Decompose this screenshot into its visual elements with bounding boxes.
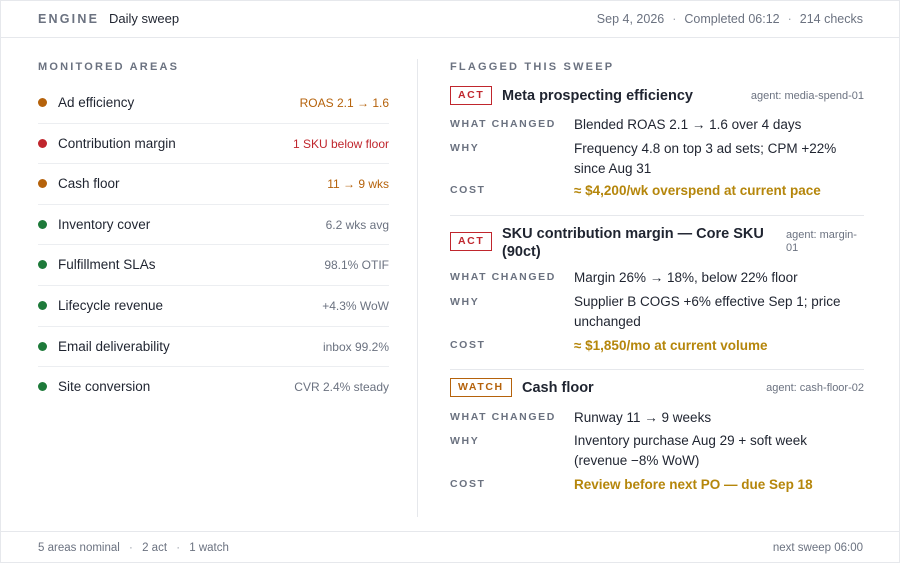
sweep-checks: 214 checks [799,12,863,26]
area-status: 11 → 9 wks [327,177,389,192]
area-name: Inventory cover [58,216,151,232]
status-dot [38,179,47,189]
list-item[interactable]: Site conversion CVR 2.4% steady [38,367,389,408]
area-status: CVR 2.4% steady [294,380,389,395]
header-bar: ENGINE Daily sweep Sep 4, 2026 · Complet… [1,1,899,38]
app-frame: ENGINE Daily sweep Sep 4, 2026 · Complet… [0,0,900,563]
meta-separator: · [787,12,792,26]
area-status: 1 SKU below floor [292,136,389,151]
sweep-date: Sep 4, 2026 [596,12,665,26]
why-value: Supplier B COGS +6% effective Sep 1; pri… [574,294,841,329]
area-name: Contribution margin [58,135,176,151]
why-label: WHY [450,142,480,154]
agent-label: agent: media-spend-01 [750,90,864,102]
meta-separator: · [672,12,677,26]
cost-value: ≈ $1,850/mo at current volume [574,338,768,353]
area-status: +4.3% WoW [322,298,389,313]
cost-value: ≈ $4,200/wk overspend at current pace [574,183,821,198]
status-dot [38,382,47,392]
area-name: Email deliverability [58,338,170,354]
watch-count: 1 watch [189,542,229,554]
what-changed-label: WHAT CHANGED [450,118,556,130]
cost-label: COST [450,184,486,196]
cost-label: COST [450,339,486,351]
status-dot [38,300,47,310]
list-item[interactable]: Inventory cover 6.2 wks avg [38,205,389,246]
area-status: ROAS 2.1 → 1.6 [299,96,389,110]
flag-title: SKU contribution margin — Core SKU (90ct… [502,226,764,260]
area-name: Lifecycle revenue [58,297,164,313]
flag-card[interactable]: ACT Meta prospecting efficiency agent: m… [450,85,864,216]
agent-label: agent: cash-floor-02 [766,382,864,394]
sweep-summary: 5 areas nominal · 2 act · 1 watch [38,542,229,554]
what-changed-value: Runway 11 → 9 weeks [574,410,712,425]
area-status: 98.1% OTIF [324,258,389,273]
why-label: WHY [450,296,480,308]
area-status: inbox 99.2% [322,339,389,354]
list-item[interactable]: Cash floor 11 → 9 wks [38,164,389,205]
next-sweep: next sweep 06:00 [772,542,863,554]
page-title: Daily sweep [109,11,180,26]
summary-separator: · [129,542,133,554]
area-name: Ad efficiency [58,95,135,110]
act-count: 2 act [142,542,168,554]
what-changed-value: Margin 26% → 18%, below 22% floor [574,270,798,285]
flag-card[interactable]: WATCH Cash floor agent: cash-floor-02 WH… [450,377,864,507]
summary-separator: · [176,542,181,554]
list-item[interactable]: Ad efficiency ROAS 2.1 → 1.6 [38,83,389,124]
nominal-count: 5 areas nominal [38,542,120,554]
brand-label: ENGINE [38,12,100,26]
list-item[interactable]: Fulfillment SLAs 98.1% OTIF [38,245,389,286]
why-value: Frequency 4.8 on top 3 ad sets; CPM +22%… [574,141,837,176]
agent-label: agent: margin-01 [786,229,857,254]
area-name: Fulfillment SLAs [58,257,156,273]
area-status: 6.2 wks avg [325,217,389,232]
monitored-areas-list: Ad efficiency ROAS 2.1 → 1.6 Contributio… [38,83,389,408]
list-item[interactable]: Contribution margin 1 SKU below floor [38,124,389,165]
status-dot [38,219,47,229]
list-item[interactable]: Email deliverability inbox 99.2% [38,327,389,368]
column-divider [417,59,418,517]
what-changed-value: Blended ROAS 2.1 → 1.6 over 4 days [574,117,802,132]
act-badge: ACT [450,86,493,105]
status-dot [38,138,47,148]
footer-bar: 5 areas nominal · 2 act · 1 watch next s… [1,531,899,563]
cost-value: Review before next PO — due Sep 18 [574,477,813,492]
monitored-areas-heading: MONITORED AREAS [38,61,180,73]
sweep-meta: Sep 4, 2026 · Completed 06:12 · 214 chec… [597,12,863,26]
status-dot [38,98,47,107]
cost-label: COST [450,478,486,490]
area-name: Cash floor [58,176,120,192]
status-dot [38,260,47,270]
flag-card[interactable]: ACT SKU contribution margin — Core SKU (… [450,223,864,370]
status-dot [38,341,47,351]
why-value: Inventory purchase Aug 29 + soft week (r… [574,433,808,468]
act-badge: ACT [450,232,493,251]
flagged-heading: FLAGGED THIS SWEEP [450,61,615,73]
what-changed-label: WHAT CHANGED [450,271,556,283]
watch-badge: WATCH [450,378,512,397]
flag-title: Cash floor [522,380,594,396]
flag-title: Meta prospecting efficiency [502,88,693,104]
why-label: WHY [450,435,480,447]
list-item[interactable]: Lifecycle revenue +4.3% WoW [38,286,389,327]
what-changed-label: WHAT CHANGED [450,411,556,423]
sweep-completed: Completed 06:12 [684,12,780,26]
area-name: Site conversion [58,379,151,395]
